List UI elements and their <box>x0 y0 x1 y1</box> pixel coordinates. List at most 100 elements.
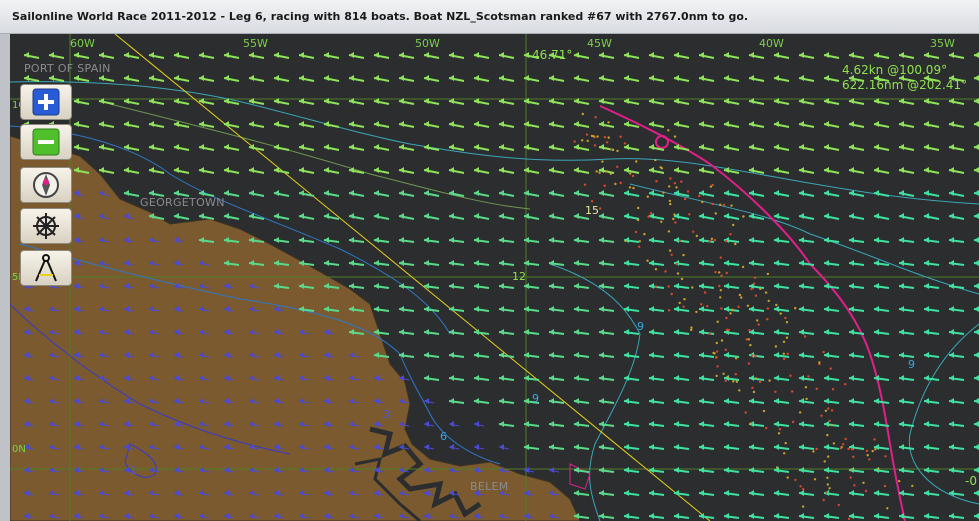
wind-arrow-head <box>124 52 129 58</box>
wind-arrow-head <box>574 421 579 427</box>
wind-arrow-head <box>974 190 979 196</box>
fleet-boat-dot <box>590 200 594 203</box>
fleet-boat-dot <box>725 328 729 331</box>
steering-button[interactable] <box>20 208 72 244</box>
wind-arrow-head <box>399 121 404 127</box>
fleet-boat-dot <box>583 183 587 186</box>
wind-arrow-head <box>799 490 804 496</box>
fleet-boat-dot <box>603 184 606 187</box>
wind-arrow-head <box>499 375 504 381</box>
zoom-in-button[interactable] <box>20 84 72 120</box>
wind-arrow-head <box>424 329 429 335</box>
wind-arrow-head <box>349 75 354 81</box>
wind-arrow-head <box>224 167 229 173</box>
wind-arrow-head <box>674 421 679 427</box>
lon-label-45w: 45W <box>587 37 612 50</box>
wind-arrow-head <box>624 75 629 81</box>
fleet-boat-dot <box>828 487 831 490</box>
fleet-boat-dot <box>675 262 679 266</box>
wind-arrow-head <box>624 260 629 266</box>
fleet-boat-dot <box>732 223 735 227</box>
fleet-boat-dot <box>581 139 584 142</box>
wind-arrow-head <box>774 398 779 404</box>
wind-arrow-head <box>249 190 254 196</box>
fleet-boat-dot <box>734 373 737 376</box>
wind-arrow-head <box>549 260 554 266</box>
wind-arrow-head <box>599 375 604 381</box>
wind-arrow-head <box>574 306 579 312</box>
map-canvas[interactable] <box>10 34 979 521</box>
wind-arrow-head <box>599 213 604 219</box>
wind-arrow-head <box>149 121 154 127</box>
fleet-boat-dot <box>824 409 828 412</box>
wind-arrow-head <box>874 329 879 335</box>
wind-arrow-head <box>949 329 954 335</box>
wind-arrow-head <box>499 190 504 196</box>
wind-arrow-head <box>699 467 704 473</box>
fleet-boat-dot <box>841 443 845 446</box>
wind-arrow-head <box>799 398 804 404</box>
wind-arrow-head <box>449 75 454 81</box>
fleet-boat-dot <box>883 484 887 488</box>
fleet-boat-dot <box>785 321 789 324</box>
fleet-boat-dot <box>726 375 730 379</box>
wind-arrow-head <box>799 352 804 358</box>
fleet-boat-dot <box>818 361 821 364</box>
wind-arrow-head <box>499 213 504 219</box>
wind-arrow-head <box>774 121 779 127</box>
wind-arrow-head <box>974 421 979 427</box>
fleet-boat-dot <box>635 160 638 163</box>
fleet-boat-dot <box>873 438 876 441</box>
fleet-boat-dot <box>683 197 687 201</box>
wind-arrow-head <box>624 190 629 196</box>
wind-arrow-head <box>774 237 779 243</box>
wind-arrow-head <box>649 329 654 335</box>
measure-button[interactable] <box>20 250 72 286</box>
wind-arrow-head <box>349 283 354 289</box>
wind-arrow-head <box>499 144 504 150</box>
wind-arrow-head <box>274 121 279 127</box>
fleet-boat-dot <box>884 455 887 458</box>
wind-arrow-head <box>224 213 229 219</box>
wind-arrow-head <box>899 213 904 219</box>
wind-arrow-head <box>974 329 979 335</box>
wind-arrow-head <box>149 52 154 58</box>
wind-arrow-head <box>99 167 104 173</box>
wind-arrow-head <box>499 306 504 312</box>
wind-arrow-head <box>599 467 604 473</box>
fleet-boat-dot <box>668 199 672 203</box>
wind-arrow-head <box>849 167 854 173</box>
wind-arrow-head <box>874 260 879 266</box>
fleet-boat-dot <box>614 182 617 186</box>
fleet-boat-dot <box>830 409 834 412</box>
wind-arrow-head <box>649 283 654 289</box>
wind-arrow-head <box>774 329 779 335</box>
fleet-boat-dot <box>678 301 681 305</box>
wind-arrow-head <box>874 513 879 519</box>
fleet-boat-dot <box>738 293 742 297</box>
wind-arrow-head <box>324 260 329 266</box>
fleet-boat-dot <box>646 195 649 198</box>
wind-arrow-head <box>949 213 954 219</box>
fleet-boat-dot <box>826 483 829 486</box>
wind-arrow-head <box>424 167 429 173</box>
fleet-boat-dot <box>782 340 786 343</box>
wind-arrow-head <box>724 306 729 312</box>
race-map[interactable]: 60W 55W 50W 45W 40W 35W 10N 5N 0N PORT O… <box>10 34 979 521</box>
place-port-of-spain: PORT OF SPAIN <box>24 62 111 75</box>
wind-arrow-head <box>374 167 379 173</box>
wind-arrow-head <box>224 75 229 81</box>
wind-arrow-head <box>649 144 654 150</box>
center-on-boat-button[interactable] <box>20 167 72 203</box>
zoom-out-button[interactable] <box>20 124 72 160</box>
fleet-boat-dot <box>682 305 685 308</box>
distance-readout: 622.16nm @202.41° <box>842 78 968 92</box>
wind-arrow-head <box>324 52 329 58</box>
wind-arrow-head <box>924 375 929 381</box>
wind-arrow-head <box>599 352 604 358</box>
wind-arrow-head <box>824 213 829 219</box>
wind-arrow-head <box>299 75 304 81</box>
fleet-boat-dot <box>801 505 805 508</box>
wind-arrow-head <box>699 490 704 496</box>
fleet-boat-dot <box>719 296 722 299</box>
